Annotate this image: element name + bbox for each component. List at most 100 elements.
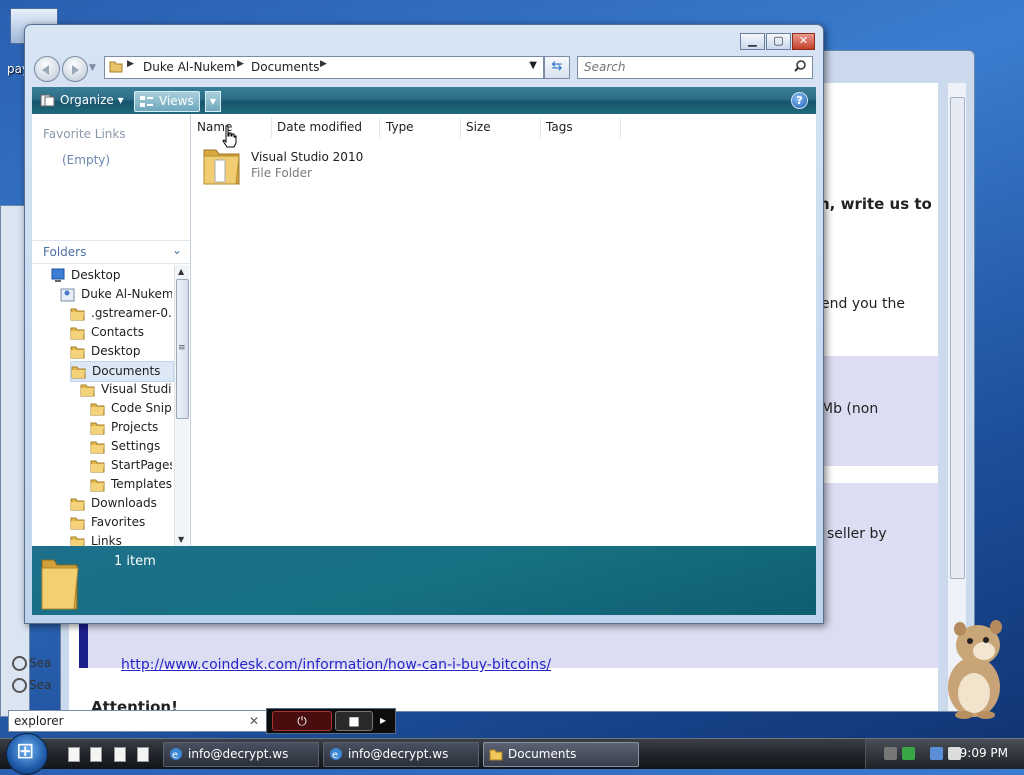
left-search-item-1[interactable]: Sea [12,656,51,671]
scroll-down-icon[interactable]: ▼ [178,535,184,544]
tree-item-label: Downloads [91,496,157,510]
bg-text-4: seller by [827,526,887,542]
column-date-modified[interactable]: Date modified [271,117,380,138]
explorer-window[interactable]: ▁ ▢ ✕ ▼ ▶ Duke Al-Nukem ▶ Documents ▶ ▼ … [24,24,824,624]
favorite-links-empty: (Empty) [62,153,111,167]
taskbar-button-ie-2[interactable]: e info@decrypt.ws [323,742,479,767]
folders-header[interactable]: Folders ⌄ [32,240,190,264]
taskbar-label: info@decrypt.ws [348,747,449,761]
hamster-mascot [948,620,1002,719]
back-button[interactable] [34,56,60,82]
breadcrumb-user[interactable]: Duke Al-Nukem [143,60,236,74]
window-controls: ▁ ▢ ✕ [739,33,815,50]
clear-icon[interactable]: ✕ [249,711,259,731]
close-button[interactable]: ✕ [792,33,815,50]
tree-item[interactable]: Favorites [70,513,172,532]
folder-icon [41,559,79,610]
minimize-button[interactable]: ▁ [740,33,765,50]
shutdown-options-arrow[interactable]: ▸ [375,711,391,729]
tree-item[interactable]: Settings [90,437,172,456]
tree-item[interactable]: Visual Studio 2010 [80,380,172,399]
scroll-grip-icon: ≡ [178,343,186,353]
tree-item[interactable]: Projects [90,418,172,437]
folder-icon [70,517,85,530]
folders-label: Folders [43,245,87,259]
network-icon[interactable] [930,747,943,760]
forward-button[interactable] [62,56,88,82]
tree-item[interactable]: Templates [90,475,172,494]
tree-item[interactable]: Documents [70,361,174,382]
file-list[interactable]: Name Date modified Type Size Tags Visual… [191,114,816,546]
search-box[interactable] [577,56,813,79]
folder-icon [70,346,85,359]
tree-item-label: Templates [111,477,172,491]
folder-icon [70,498,85,511]
tree-item[interactable]: Code Snippets [90,399,172,418]
desktop-icon [51,268,65,282]
tree-scrollbar[interactable]: ▲ ≡ ▼ [174,265,189,546]
quick-launch-icon[interactable] [68,747,80,762]
column-type[interactable]: Type [380,117,461,138]
breadcrumb-documents[interactable]: Documents [251,60,319,74]
taskbar-label: info@decrypt.ws [188,747,289,761]
tree-item[interactable]: Desktop [70,342,172,361]
views-button[interactable]: Views [134,91,200,112]
address-bar[interactable]: ▶ Duke Al-Nukem ▶ Documents ▶ ▼ [104,56,544,79]
left-search-label-1: Sea [29,656,52,670]
breadcrumb-arrow-icon[interactable]: ▶ [320,59,327,69]
tree-item-label: Documents [92,364,161,378]
address-dropdown-icon[interactable]: ▼ [529,60,537,71]
hand-cursor-icon [222,125,237,148]
file-item-visual-studio[interactable]: Visual Studio 2010 File Folder [201,142,401,190]
taskbar-button-ie-1[interactable]: e info@decrypt.ws [163,742,319,767]
tree-item-label: Settings [111,439,161,453]
organize-icon [40,94,55,107]
tree-item-label: Desktop [91,344,141,358]
refresh-button[interactable]: ⇆ [544,56,570,79]
system-tray: 9:09 PM [865,739,1024,769]
tree-item[interactable]: .gstreamer-0.10 [70,304,172,323]
tree-item[interactable]: Duke Al-Nukem [60,285,172,304]
folder-icon [70,308,85,321]
folder-icon [90,422,105,435]
tree-item[interactable]: Contacts [70,323,172,342]
search-icon[interactable] [794,60,806,72]
quick-launch-icon[interactable] [90,747,102,762]
left-search-item-2[interactable]: Sea [12,678,51,693]
tray-app-icon[interactable] [884,747,897,760]
chevron-down-icon[interactable]: ⌄ [172,243,182,257]
quick-launch-icon[interactable] [114,747,126,762]
taskbar-button-documents[interactable]: Documents [483,742,639,767]
power-button[interactable]: ⏻ [272,711,332,731]
tree-item-label: Favorites [91,515,146,529]
tree-item-label: Contacts [91,325,144,339]
item-count: 1 item [114,554,156,569]
breadcrumb-arrow-icon[interactable]: ▶ [127,59,134,69]
start-button[interactable] [6,733,48,775]
help-icon[interactable]: ? [791,92,808,109]
column-tags[interactable]: Tags [540,117,621,138]
maximize-button[interactable]: ▢ [766,33,791,50]
command-bar: Organize ▾ Views ▼ ? [32,87,816,114]
views-icon [140,96,153,107]
views-dropdown-button[interactable]: ▼ [205,91,221,112]
column-size[interactable]: Size [460,117,541,138]
organize-button[interactable]: Organize ▾ [36,91,148,110]
coindesk-link[interactable]: http://www.coindesk.com/information/how-… [121,657,551,673]
tree-item[interactable]: Desktop [50,266,172,285]
breadcrumb-arrow-icon[interactable]: ▶ [237,59,244,69]
tree-item[interactable]: Downloads [70,494,172,513]
quick-launch-icon[interactable] [137,747,149,762]
tree-item[interactable]: StartPages [90,456,172,475]
tray-status-icon[interactable] [902,747,915,760]
background-scroll-thumb[interactable] [950,97,965,579]
file-name: Visual Studio 2010 [251,150,364,164]
search-input[interactable] [582,59,786,75]
details-pane: 1 item [32,546,816,615]
lock-button[interactable]: ■ [335,711,373,731]
scroll-up-icon[interactable]: ▲ [178,267,184,276]
folder-icon [90,460,105,473]
clock[interactable]: 9:09 PM [960,746,1008,760]
start-search-input[interactable]: explorer ✕ [8,710,267,732]
recent-pages-dropdown[interactable]: ▼ [89,63,96,73]
